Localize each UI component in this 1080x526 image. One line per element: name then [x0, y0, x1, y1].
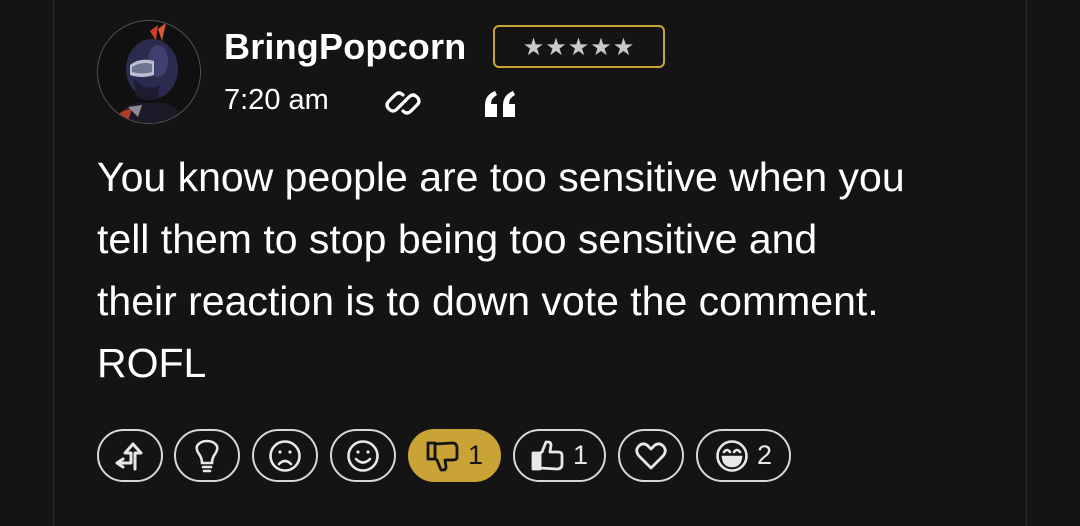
comment-line: ROFL	[97, 340, 207, 386]
avatar[interactable]	[97, 20, 201, 124]
thumbs-down-icon	[426, 441, 459, 471]
comment-line: their reaction is to down vote the comme…	[97, 278, 879, 324]
heart-icon	[635, 441, 667, 469]
sad-face-icon	[269, 439, 301, 472]
thumbs-down-button[interactable]: 1	[408, 429, 501, 482]
comment-line: tell them to stop being too sensitive an…	[97, 216, 818, 262]
smile-face-icon	[347, 439, 379, 472]
smile-button[interactable]	[330, 429, 396, 482]
username[interactable]: BringPopcorn	[224, 26, 466, 68]
timestamp[interactable]: 7:20 am	[224, 84, 329, 117]
sad-button[interactable]	[252, 429, 318, 482]
comment-line: You know people are too sensitive when y…	[97, 154, 905, 200]
rank-badge: ★★★★★	[493, 25, 665, 68]
thumbs-up-count: 1	[572, 440, 589, 470]
comment-card: BringPopcorn ★★★★★ 7:20 am You know peop…	[0, 0, 1080, 526]
thread-line-left	[53, 0, 54, 526]
love-button[interactable]	[618, 429, 684, 482]
reply-button[interactable]	[97, 429, 163, 482]
thumbs-down-count: 1	[467, 440, 484, 470]
quote-icon[interactable]	[483, 89, 519, 119]
comment-body: You know people are too sensitive when y…	[97, 146, 997, 394]
laugh-count: 2	[756, 440, 773, 470]
insightful-button[interactable]	[174, 429, 240, 482]
thumbs-up-icon	[531, 440, 564, 470]
helmet-avatar-icon	[98, 21, 200, 123]
reply-icon	[115, 442, 143, 470]
laugh-face-icon	[716, 439, 748, 472]
link-icon[interactable]	[383, 85, 423, 121]
lightbulb-icon	[195, 439, 219, 472]
thread-line-right	[1026, 0, 1027, 526]
thumbs-up-button[interactable]: 1	[513, 429, 606, 482]
laugh-button[interactable]: 2	[696, 429, 791, 482]
